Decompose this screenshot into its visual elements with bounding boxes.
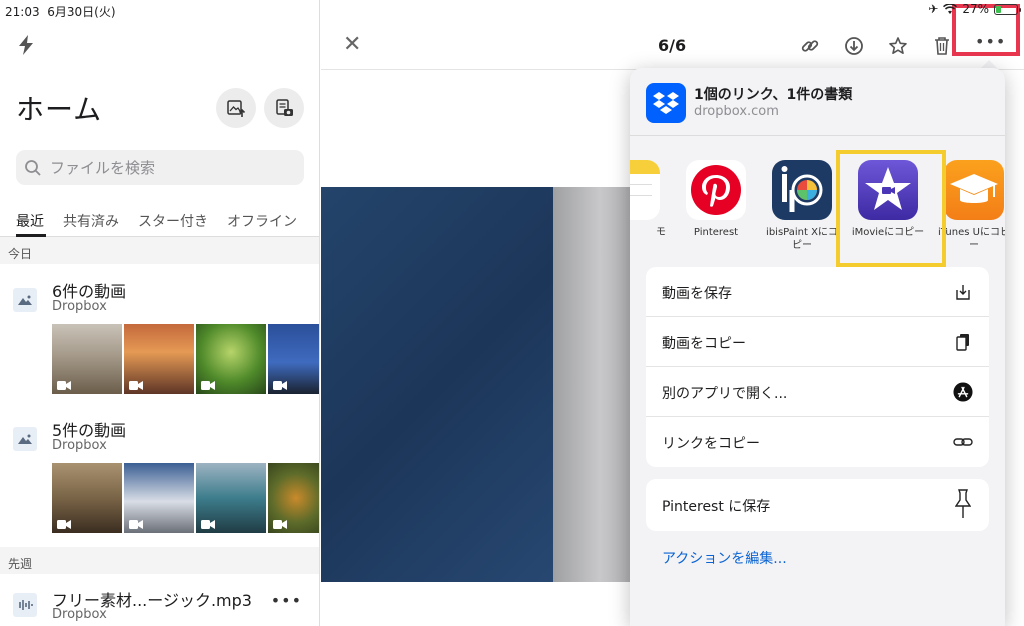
video-camera-icon bbox=[201, 520, 215, 529]
section-header-last-week: 先週 bbox=[0, 547, 319, 574]
video-camera-icon bbox=[57, 520, 71, 529]
page-title: ホーム bbox=[16, 93, 103, 126]
tab-starred[interactable]: スター付き bbox=[138, 211, 208, 231]
star-icon[interactable] bbox=[887, 35, 909, 57]
file-subtitle: Dropbox bbox=[52, 607, 107, 622]
airplane-icon: ✈ bbox=[928, 2, 939, 16]
video-thumbnail[interactable] bbox=[124, 463, 194, 533]
video-camera-icon bbox=[129, 520, 143, 529]
scan-document-button[interactable] bbox=[264, 88, 304, 128]
tab-shared[interactable]: 共有済み bbox=[63, 211, 119, 231]
wifi-icon bbox=[943, 3, 958, 14]
edit-actions-link[interactable]: アクションを編集... bbox=[662, 548, 787, 568]
notes-icon bbox=[630, 160, 660, 220]
save-to-pinterest-action[interactable]: Pinterest に保存 bbox=[646, 479, 989, 531]
action-label: Pinterest に保存 bbox=[662, 499, 771, 515]
share-header: 1個のリンク、1件の書類 dropbox.com bbox=[630, 68, 1005, 136]
tab-offline[interactable]: オフライン bbox=[227, 211, 297, 231]
page-counter: 6/6 bbox=[658, 36, 687, 55]
tab-recent[interactable]: 最近 bbox=[16, 211, 44, 231]
lightning-bolt-icon[interactable] bbox=[14, 33, 38, 57]
video-camera-icon bbox=[273, 381, 287, 390]
download-icon[interactable] bbox=[843, 35, 865, 57]
search-icon bbox=[25, 159, 41, 176]
share-title: 1個のリンク、1件の書類 bbox=[694, 87, 853, 103]
action-label: リンクをコピー bbox=[662, 436, 760, 452]
tab-bar: 最近 共有済み スター付き オフライン bbox=[16, 211, 316, 231]
share-app-ibispaint[interactable]: ibisPaint Xにコピー bbox=[762, 160, 842, 252]
video-camera-icon bbox=[57, 381, 71, 390]
dropbox-logo-icon bbox=[646, 83, 686, 123]
highlight-imovie bbox=[836, 150, 946, 267]
video-preview[interactable] bbox=[321, 187, 631, 582]
video-thumbnail[interactable] bbox=[196, 463, 266, 533]
list-item[interactable]: 5件の動画 Dropbox bbox=[0, 417, 319, 542]
copy-video-action[interactable]: 動画をコピー bbox=[646, 317, 989, 367]
video-camera-icon bbox=[129, 381, 143, 390]
group-subtitle: Dropbox bbox=[52, 438, 107, 453]
link-icon bbox=[953, 431, 973, 453]
share-app-notes[interactable]: モ bbox=[630, 160, 670, 239]
trash-icon[interactable] bbox=[931, 35, 953, 57]
search-placeholder: ファイルを検索 bbox=[50, 159, 156, 177]
sidebar: ホーム ファイルを検索 最近 共有済み スター付き オフライン 今日 6件の動画… bbox=[0, 0, 320, 626]
viewer-toolbar: ✕ 6/6 ••• bbox=[321, 20, 1024, 70]
status-time: 21:03 6月30日(火) bbox=[5, 5, 116, 19]
copy-document-icon bbox=[953, 331, 973, 353]
pushpin-icon bbox=[953, 489, 973, 519]
list-item[interactable]: フリー素材...ージック.mp3 Dropbox ••• bbox=[0, 585, 319, 626]
copy-link-action[interactable]: リンクをコピー bbox=[646, 417, 989, 467]
upload-photo-button[interactable] bbox=[216, 88, 256, 128]
more-options-icon[interactable]: ••• bbox=[271, 591, 302, 610]
app-row: モ Pinterest ibisPaint Xにコピー iMovieにコピー i… bbox=[630, 160, 1005, 252]
app-store-icon bbox=[953, 381, 973, 403]
action-label: 別のアプリで開く... bbox=[662, 386, 788, 402]
video-thumbnail[interactable] bbox=[268, 324, 319, 394]
image-icon bbox=[13, 288, 37, 312]
video-thumbnail[interactable] bbox=[124, 324, 194, 394]
video-thumbnail[interactable] bbox=[196, 324, 266, 394]
video-camera-icon bbox=[201, 381, 215, 390]
battery-icon bbox=[994, 3, 1021, 15]
share-domain: dropbox.com bbox=[694, 104, 779, 119]
save-download-icon bbox=[953, 281, 973, 303]
search-input[interactable]: ファイルを検索 bbox=[16, 150, 304, 185]
share-sheet: 1個のリンク、1件の書類 dropbox.com モ Pinterest ibi… bbox=[630, 68, 1005, 626]
group-subtitle: Dropbox bbox=[52, 299, 107, 314]
link-icon[interactable] bbox=[799, 35, 821, 57]
action-group: 動画を保存 動画をコピー 別のアプリで開く... リンクをコピー bbox=[646, 267, 989, 467]
close-icon[interactable]: ✕ bbox=[343, 32, 361, 57]
video-camera-icon bbox=[273, 520, 287, 529]
scan-document-icon bbox=[276, 99, 293, 116]
action-label: 動画を保存 bbox=[662, 286, 732, 302]
itunes-u-icon bbox=[944, 160, 1004, 220]
image-icon bbox=[13, 427, 37, 451]
battery-percent: 27% bbox=[962, 2, 989, 16]
action-label: 動画をコピー bbox=[662, 336, 746, 352]
action-group: Pinterest に保存 bbox=[646, 479, 989, 531]
video-thumbnail[interactable] bbox=[268, 463, 319, 533]
open-in-app-action[interactable]: 別のアプリで開く... bbox=[646, 367, 989, 417]
video-thumbnail[interactable] bbox=[52, 324, 122, 394]
list-item[interactable]: 6件の動画 Dropbox bbox=[0, 278, 319, 403]
pinterest-icon bbox=[686, 160, 746, 220]
section-header-today: 今日 bbox=[0, 237, 319, 264]
video-thumbnail[interactable] bbox=[52, 463, 122, 533]
status-right: ✈ 27% bbox=[928, 2, 1021, 16]
share-app-pinterest[interactable]: Pinterest bbox=[676, 160, 756, 239]
upload-photo-icon bbox=[227, 100, 246, 117]
status-bar: 21:03 6月30日(火) ✈ 27% bbox=[0, 0, 1024, 20]
audio-waveform-icon bbox=[13, 593, 37, 617]
ibispaint-icon bbox=[772, 160, 832, 220]
save-video-action[interactable]: 動画を保存 bbox=[646, 267, 989, 317]
